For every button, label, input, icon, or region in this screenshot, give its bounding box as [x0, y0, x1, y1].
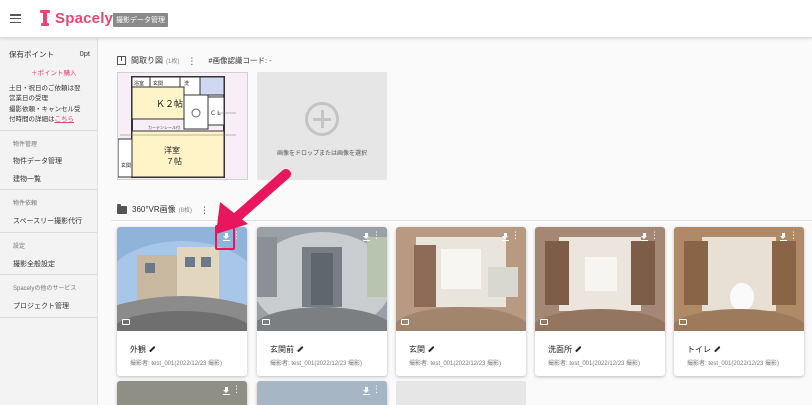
sidebar-item-property-data[interactable]: 物件データ管理 — [13, 156, 62, 166]
notice-line: 撮影依頼・キャンセル受 — [9, 105, 81, 113]
card-meta: 撮影者: test_001(2022/12/23 撮影) — [130, 361, 223, 367]
plan-western-size: ７帖 — [166, 156, 182, 166]
comment-icon[interactable] — [540, 319, 548, 325]
divider — [0, 317, 98, 318]
comment-icon[interactable] — [679, 319, 687, 325]
notice-line: 土日・祝日のご依頼は翌 — [9, 85, 81, 92]
notice-line: 付時間の詳細はこちら — [9, 115, 75, 123]
points-label: 保有ポイント — [9, 50, 54, 59]
image-dropzone[interactable]: 画像をドロップまたは画像を選択 — [257, 72, 387, 180]
comment-icon[interactable] — [401, 319, 409, 325]
logo-text: Spacely — [55, 9, 114, 27]
divider — [0, 130, 98, 131]
card-title: トイレ — [687, 344, 721, 355]
section-badge: 撮影データ管理 — [113, 13, 168, 27]
sidebar-item-project-management[interactable]: プロジェクト管理 — [13, 301, 69, 311]
plan-wc-label: 洗 — [184, 80, 189, 87]
plan-balcony-label: 玄関 — [121, 162, 131, 169]
card-title: 外観 — [130, 344, 156, 355]
card-meta: 撮影者: test_001(2022/12/23 撮影) — [270, 361, 363, 367]
pencil-icon[interactable] — [714, 346, 721, 353]
divider — [0, 189, 98, 190]
comment-icon[interactable] — [262, 319, 270, 325]
card-title: 玄関前 — [270, 344, 304, 355]
vr-image-card[interactable]: ⋮ トイレ 撮影者: test_001(2022/12/23 撮影) — [674, 227, 804, 376]
sidebar-item-shooting-service[interactable]: スペースリー撮影代行 — [13, 216, 82, 226]
sidebar-group-label: Spacelyの他のサービス — [13, 286, 77, 292]
plan-cl-label: ＣＬ — [210, 110, 222, 117]
card-title: 玄関 — [409, 344, 435, 355]
app-logo[interactable]: Spacely — [38, 8, 113, 28]
floorplan-count: (1枚) — [166, 59, 180, 65]
plan-western-label: 洋室 — [164, 145, 180, 155]
folder-icon — [117, 203, 127, 214]
notice-link[interactable]: こちら — [55, 116, 75, 123]
card-meta: 撮影者: test_001(2022/12/23 撮影) — [409, 361, 502, 367]
sidebar: 保有ポイント 0pt ＋ポイント購入 土日・祝日のご依頼は翌 営業日の受理 撮影… — [0, 38, 98, 405]
sidebar-group-label: 物件管理 — [13, 142, 38, 148]
plan-bath-label: 浴室 — [134, 80, 144, 87]
card-title: 洗面所 — [548, 344, 582, 355]
floorplan-drawing: Ｋ２帖 洋室 ７帖 ＣＬ 玄関 浴室 洗 カーテンレール付 玄関 — [118, 73, 247, 179]
floorplan-icon — [117, 56, 126, 65]
sidebar-item-shooting-settings[interactable]: 撮影全般設定 — [13, 259, 55, 269]
kebab-icon[interactable]: ⋮ — [511, 231, 520, 240]
floorplan-title: 間取り図 — [131, 56, 163, 65]
buy-points-link[interactable]: ＋ポイント購入 — [31, 67, 77, 77]
floorplan-section-header: 間取り図 (1枚) ⋮ #画像認識コード: - — [117, 55, 272, 66]
hamburger-icon[interactable] — [10, 14, 21, 24]
vr-thumbnail — [674, 227, 804, 331]
vr-thumbnail — [396, 227, 526, 331]
kebab-icon[interactable]: ⋮ — [232, 385, 241, 394]
vr-image-card[interactable]: ⋮ 洗面所 撮影者: test_001(2022/12/23 撮影) — [535, 227, 665, 376]
card-meta: 撮影者: test_001(2022/12/23 撮影) — [548, 361, 641, 367]
dropzone-text: 画像をドロップまたは画像を選択 — [276, 151, 367, 157]
vr-image-card[interactable]: ⋮ — [117, 381, 247, 405]
pencil-icon[interactable] — [149, 346, 156, 353]
kebab-icon[interactable]: ⋮ — [650, 231, 659, 240]
kebab-icon[interactable]: ⋮ — [187, 56, 196, 65]
plan-curtain-label: カーテンレール付 — [148, 124, 180, 130]
plan-entrance-label: 玄関 — [153, 80, 163, 87]
points-value: 0pt — [79, 49, 90, 58]
notice-line: 営業日の受理 — [9, 95, 48, 103]
pencil-icon[interactable] — [297, 346, 304, 353]
divider — [0, 232, 98, 233]
sidebar-item-buildings[interactable]: 建物一覧 — [13, 174, 41, 184]
pencil-icon[interactable] — [575, 346, 582, 353]
comment-icon[interactable] — [122, 319, 130, 325]
vr-count: (8枚) — [178, 208, 193, 214]
kebab-icon[interactable]: ⋮ — [372, 231, 381, 240]
image-dropzone[interactable] — [396, 381, 526, 405]
points-row: 保有ポイント 0pt — [9, 49, 90, 60]
recognition-code: #画像認識コード: - — [208, 56, 272, 65]
vr-thumbnail — [535, 227, 665, 331]
divider — [0, 274, 98, 275]
pencil-icon[interactable] — [428, 346, 435, 353]
vr-image-card[interactable]: ⋮ 玄関前 撮影者: test_001(2022/12/23 撮影) — [257, 227, 387, 376]
sidebar-group-label: 設定 — [13, 244, 26, 250]
pointer-arrow — [216, 169, 291, 234]
vr-image-card[interactable]: ⋮ — [257, 381, 387, 405]
top-bar: Spacely 撮影データ管理 — [0, 0, 812, 38]
card-meta: 撮影者: test_001(2022/12/23 撮影) — [687, 361, 780, 367]
notice-text: 土日・祝日のご依頼は翌 営業日の受理 撮影依頼・キャンセル受 付時間の詳細はこち… — [9, 84, 93, 125]
kebab-icon[interactable]: ⋮ — [789, 231, 798, 240]
plus-circle-icon — [305, 102, 339, 136]
vr-title: 360°VR画像 — [132, 205, 176, 214]
plan-kitchen-label: Ｋ２帖 — [156, 98, 183, 110]
vr-image-card[interactable]: ⋮ 玄関 撮影者: test_001(2022/12/23 撮影) — [396, 227, 526, 376]
sidebar-group-label: 物件依頼 — [13, 201, 38, 207]
logo-icon — [38, 10, 52, 26]
floorplan-image[interactable]: Ｋ２帖 洋室 ７帖 ＣＬ 玄関 浴室 洗 カーテンレール付 玄関 — [117, 72, 248, 180]
kebab-icon[interactable]: ⋮ — [372, 385, 381, 394]
